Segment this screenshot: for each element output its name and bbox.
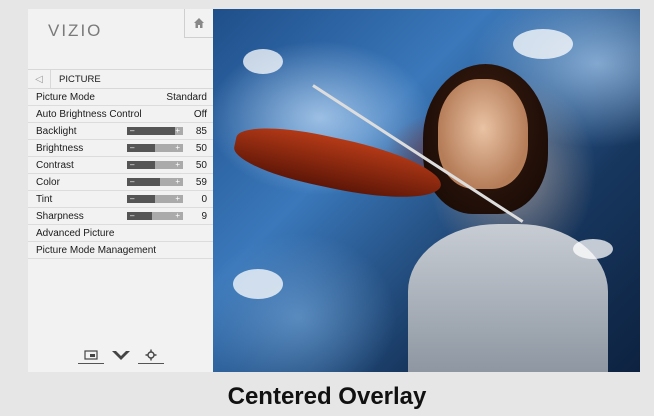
menu-item-label: Tint <box>36 193 53 205</box>
photo-face <box>438 79 528 189</box>
photo-violin <box>230 117 446 211</box>
slider-track[interactable]: – + <box>127 177 183 186</box>
menu-item-label: Picture Mode Management <box>36 244 157 256</box>
minus-icon: – <box>130 143 135 152</box>
input-button[interactable] <box>77 347 104 364</box>
menu-item-label: Advanced Picture <box>36 227 115 239</box>
breadcrumb: ◁ PICTURE <box>28 70 213 89</box>
menu-item-value: Off <box>193 108 207 120</box>
input-icon <box>83 350 98 360</box>
picture-settings-panel: VIZIO ◁ PICTURE Picture Mode Standard Au… <box>28 9 213 372</box>
menu-item-picture-mode[interactable]: Picture Mode Standard <box>28 89 213 106</box>
minus-icon: – <box>130 177 135 186</box>
slider-track[interactable]: – + <box>127 194 183 203</box>
plus-icon: + <box>175 143 180 152</box>
settings-button[interactable] <box>137 347 164 364</box>
slider-track[interactable]: – + <box>127 211 183 220</box>
minus-icon: – <box>130 194 135 203</box>
slider-value: 59 <box>195 176 207 188</box>
home-button[interactable] <box>184 9 213 38</box>
photo-splash <box>513 29 573 59</box>
menu-item-label: Auto Brightness Control <box>36 108 142 120</box>
section-title: PICTURE <box>59 73 101 85</box>
plus-icon: + <box>175 211 180 220</box>
menu-item-tint[interactable]: Tint – +0 <box>28 191 213 208</box>
slider-control: – +50 <box>127 160 207 171</box>
menu-item-value: Standard <box>166 91 207 103</box>
menu-item-picture-mode-management[interactable]: Picture Mode Management <box>28 242 213 259</box>
photo-splash <box>233 269 283 299</box>
menu-item-contrast[interactable]: Contrast – +50 <box>28 157 213 174</box>
slider-track[interactable]: – + <box>127 143 183 152</box>
photo-splash <box>243 49 283 74</box>
slider-control: – +9 <box>127 211 207 222</box>
slider-track[interactable]: – + <box>127 126 183 135</box>
menu-item-auto-brightness[interactable]: Auto Brightness Control Off <box>28 106 213 123</box>
back-arrow-icon: ◁ <box>35 73 43 85</box>
minus-icon: – <box>130 211 135 220</box>
slider-control: – +59 <box>127 177 207 188</box>
plus-icon: + <box>175 194 180 203</box>
slider-control: – +85 <box>127 126 207 137</box>
caption: Centered Overlay <box>227 383 427 410</box>
menu-item-backlight[interactable]: Backlight – +85 <box>28 123 213 140</box>
plus-icon: + <box>175 160 180 169</box>
menu-item-label: Backlight <box>36 125 77 137</box>
slider-control: – +50 <box>127 143 207 154</box>
menu-item-label: Brightness <box>36 142 84 154</box>
minus-icon: – <box>130 160 135 169</box>
vizio-logo: VIZIO <box>48 21 103 40</box>
gear-icon <box>145 349 156 361</box>
plus-icon: + <box>175 126 180 135</box>
tv-screen: VIZIO ◁ PICTURE Picture Mode Standard Au… <box>28 9 640 372</box>
menu-item-label: Color <box>36 176 60 188</box>
panel-footer-icons <box>28 344 213 364</box>
back-button[interactable]: ◁ <box>28 70 51 88</box>
menu-item-label: Contrast <box>36 159 74 171</box>
slider-value: 9 <box>201 210 207 222</box>
slider-value: 50 <box>195 159 207 171</box>
home-icon <box>194 18 204 28</box>
menu-item-color[interactable]: Color – +59 <box>28 174 213 191</box>
chevron-down-icon <box>111 351 130 360</box>
slider-value: 50 <box>195 142 207 154</box>
menu-item-label: Picture Mode <box>36 91 95 103</box>
slider-value: 0 <box>201 193 207 205</box>
menu-item-brightness[interactable]: Brightness – +50 <box>28 140 213 157</box>
plus-icon: + <box>175 177 180 186</box>
more-button[interactable] <box>108 348 134 364</box>
menu-item-label: Sharpness <box>36 210 84 222</box>
photo-splash <box>573 239 613 259</box>
menu-item-advanced-picture[interactable]: Advanced Picture <box>28 225 213 242</box>
slider-value: 85 <box>195 125 207 137</box>
slider-track[interactable]: – + <box>127 160 183 169</box>
menu-item-sharpness[interactable]: Sharpness – +9 <box>28 208 213 225</box>
background-photo <box>213 9 640 372</box>
minus-icon: – <box>130 126 135 135</box>
slider-control: – +0 <box>127 194 207 205</box>
panel-header: VIZIO <box>28 9 213 70</box>
